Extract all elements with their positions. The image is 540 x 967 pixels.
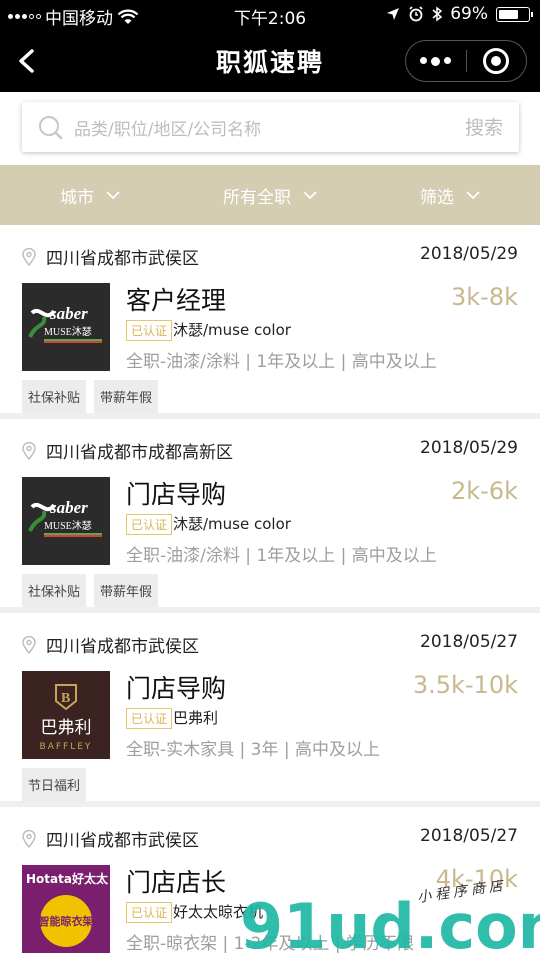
filter-job-type-label: 所有全职 xyxy=(223,187,291,208)
filter-more[interactable]: 筛选 xyxy=(360,165,540,225)
job-date: 2018/05/27 xyxy=(420,632,518,652)
chevron-down-icon xyxy=(466,190,480,199)
svg-text:B: B xyxy=(61,691,70,706)
job-description: 全职-油漆/涂料 | 1年及以上 | 高中及以上 xyxy=(126,352,437,372)
job-date: 2018/05/27 xyxy=(420,826,518,846)
battery-icon xyxy=(496,6,533,22)
verified-badge: 已认证 xyxy=(126,320,173,341)
job-title: 门店导购 xyxy=(126,674,227,703)
search-placeholder: 品类/职位/地区/公司名称 xyxy=(74,120,262,140)
job-description: 全职-实木家具 | 3年 | 高中及以上 xyxy=(126,740,381,760)
svg-text:BAFFLEY: BAFFLEY xyxy=(40,742,93,752)
more-icon[interactable] xyxy=(406,56,466,66)
job-tags: 社保补贴 带薪年假 xyxy=(22,574,159,607)
job-card[interactable]: 四川省成都市武侯区 2018/05/29 saber MUSE沐瑟 客户经理 3… xyxy=(0,225,540,413)
job-location: 四川省成都市武侯区 xyxy=(22,826,199,851)
job-tags: 节日福利 xyxy=(22,768,87,801)
job-card[interactable]: 四川省成都市武侯区 2018/05/27 B 巴弗利 BAFFLEY 门店导购 … xyxy=(0,613,540,801)
status-bar: 中国移动 下午2:06 69% xyxy=(0,0,540,30)
svg-text:MUSE沐瑟: MUSE沐瑟 xyxy=(44,325,92,338)
filter-job-type[interactable]: 所有全职 xyxy=(180,165,360,225)
job-location-text: 四川省成都市武侯区 xyxy=(46,249,199,269)
company-logo: saber MUSE沐瑟 xyxy=(22,283,110,371)
job-salary: 2k-6k xyxy=(451,477,518,505)
location-pin-icon xyxy=(22,635,36,654)
target-icon xyxy=(483,48,510,74)
svg-text:saber: saber xyxy=(49,304,88,323)
verified-badge: 已认证 xyxy=(126,514,173,535)
company-logo: B 巴弗利 BAFFLEY xyxy=(22,671,110,759)
job-title: 门店导购 xyxy=(126,480,227,509)
job-location-text: 四川省成都市成都高新区 xyxy=(46,443,233,463)
company-name: 沐瑟/muse color xyxy=(173,515,291,533)
company-name: 巴弗利 xyxy=(173,709,219,727)
job-location-text: 四川省成都市武侯区 xyxy=(46,831,199,851)
location-arrow-icon xyxy=(387,8,400,20)
search-input[interactable]: 品类/职位/地区/公司名称 搜索 xyxy=(22,102,519,152)
svg-text:saber: saber xyxy=(49,498,88,517)
location-pin-icon xyxy=(22,441,36,460)
status-right: 69% xyxy=(386,4,533,24)
job-location-text: 四川省成都市武侯区 xyxy=(46,637,199,657)
battery-percent: 69% xyxy=(450,4,488,24)
svg-text:91ud.com: 91ud.com xyxy=(240,890,540,960)
job-description: 全职-油漆/涂料 | 1年及以上 | 高中及以上 xyxy=(126,546,437,566)
filter-city[interactable]: 城市 xyxy=(0,165,180,225)
search-area: 品类/职位/地区/公司名称 搜索 xyxy=(0,92,540,165)
job-salary: 3k-8k xyxy=(451,283,518,311)
location-pin-icon xyxy=(22,247,36,266)
svg-text:智能晾衣架: 智能晾衣架 xyxy=(39,914,94,928)
job-title: 客户经理 xyxy=(126,286,227,315)
verified-badge: 已认证 xyxy=(126,902,173,923)
filter-more-label: 筛选 xyxy=(420,187,454,208)
svg-text:MUSE沐瑟: MUSE沐瑟 xyxy=(44,519,92,532)
svg-text:巴弗利: 巴弗利 xyxy=(41,718,92,738)
job-location: 四川省成都市武侯区 xyxy=(22,244,199,269)
search-button[interactable]: 搜索 xyxy=(465,113,503,140)
job-date: 2018/05/29 xyxy=(420,438,518,458)
benefit-tag: 节日福利 xyxy=(22,768,87,801)
job-card[interactable]: 四川省成都市成都高新区 2018/05/29 saber MUSE沐瑟 门店导购… xyxy=(0,419,540,607)
job-date: 2018/05/29 xyxy=(420,244,518,264)
benefit-tag: 带薪年假 xyxy=(94,380,159,413)
nav-bar: 职狐速聘 xyxy=(0,30,540,92)
company-logo: saber MUSE沐瑟 xyxy=(22,477,110,565)
watermark-logo: 91ud.com 小程序商店 xyxy=(240,880,540,960)
benefit-tag: 社保补贴 xyxy=(22,380,87,413)
job-location: 四川省成都市成都高新区 xyxy=(22,438,233,463)
filter-city-label: 城市 xyxy=(60,187,94,208)
job-location: 四川省成都市武侯区 xyxy=(22,632,199,657)
job-tags: 社保补贴 带薪年假 xyxy=(22,380,159,413)
miniprogram-capsule xyxy=(405,40,527,82)
company-logo: Hotata好太太 智能晾衣架 xyxy=(22,865,110,953)
close-miniprogram-button[interactable] xyxy=(466,48,526,74)
bluetooth-icon xyxy=(432,6,443,22)
benefit-tag: 带薪年假 xyxy=(94,574,159,607)
chevron-down-icon xyxy=(303,190,317,199)
job-title: 门店店长 xyxy=(126,868,227,897)
company-name: 沐瑟/muse color xyxy=(173,321,291,339)
alarm-icon xyxy=(409,6,423,22)
job-salary: 3.5k-10k xyxy=(412,671,518,699)
svg-text:Hotata好太太: Hotata好太太 xyxy=(26,871,109,886)
verified-badge: 已认证 xyxy=(126,708,173,729)
chevron-down-icon xyxy=(106,190,120,199)
search-icon xyxy=(39,116,63,140)
benefit-tag: 社保补贴 xyxy=(22,574,87,607)
location-pin-icon xyxy=(22,829,36,848)
filter-bar: 城市 所有全职 筛选 xyxy=(0,165,540,225)
